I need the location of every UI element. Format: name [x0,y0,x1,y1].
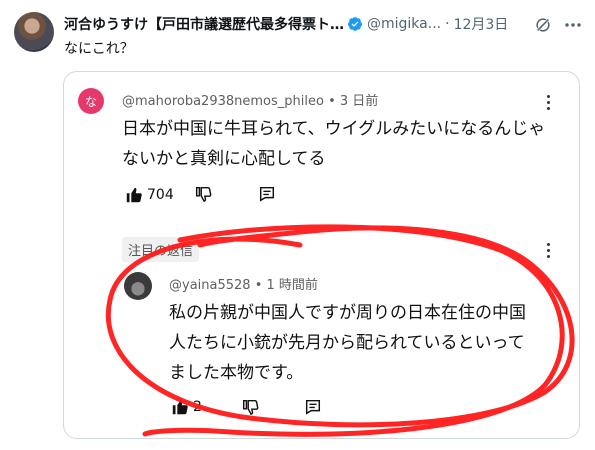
thumbs-down-icon [242,399,259,415]
reply-menu-icon [547,243,551,261]
thumbs-up-icon [172,399,188,415]
reply-comment-icon [259,186,275,202]
comment-meta: @mahoroba2938nemos_phileo • 3 日前 [122,94,379,109]
reply-actions: 2 [171,398,202,416]
thumbs-down-icon [195,186,212,202]
tweet-header: 河合ゆうすけ【戸田市議選歴代最多得票ト… @migika... · 12月3日 [64,14,585,34]
tweet-text: なにこれ？ [64,41,134,57]
post-date[interactable]: 12月3日 [454,14,509,34]
pinned-reply-label: 注目の返信 [122,237,200,262]
author-avatar[interactable] [14,12,54,52]
comment-menu-icon [547,95,551,113]
reply-comment-icon [305,399,321,415]
tweet: 河合ゆうすけ【戸田市議選歴代最多得票ト… @migika... · 12月3日 … [0,0,595,450]
reply-meta: @yaina5528 • 1 時間前 [169,278,318,293]
thumbs-up-icon [126,187,142,203]
grok-icon[interactable] [534,16,552,34]
reply-avatar [124,272,152,300]
reply-text: 私の片親が中国人ですが周りの日本在住の中国人たちに小銃が先月から配られているとい… [169,303,526,383]
verified-badge-icon [348,17,363,31]
like-count: 704 [147,187,174,203]
separator-dot: · [445,16,450,32]
author-handle[interactable]: @migika... [367,16,441,32]
comment-text: 日本が中国に牛耳られて、ウイグルみたいになるんじゃないかと真剣に心配してる [122,119,546,169]
reply-like-count: 2 [193,399,202,415]
comment-avatar: な [78,88,104,114]
author-name[interactable]: 河合ゆうすけ【戸田市議選歴代最多得票ト… [64,14,344,34]
comment-actions: 704 [125,186,174,204]
more-options-icon[interactable] [563,15,583,35]
